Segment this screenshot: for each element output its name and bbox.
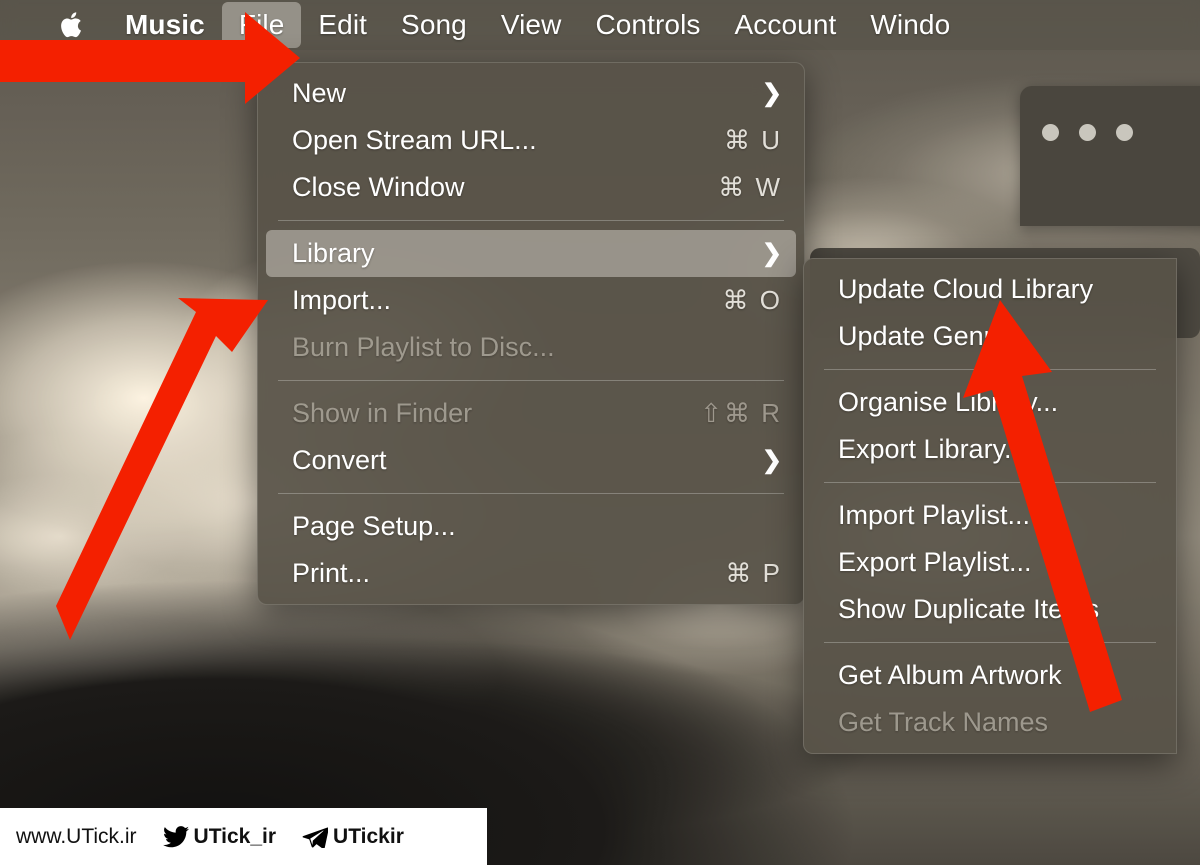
library-submenu-item-label: Show Duplicate Items — [838, 594, 1100, 624]
library-submenu-item-label: Organise Library... — [838, 387, 1059, 417]
file-menu-item-print[interactable]: Print... ⌘ P — [258, 550, 804, 597]
file-menu-item-show-in-finder: Show in Finder ⇧⌘ R — [258, 390, 804, 437]
twitter-bird-icon — [162, 825, 189, 848]
file-menu-dropdown[interactable]: New ❯ Open Stream URL... ⌘ U Close Window ⌘ W… — [257, 62, 805, 605]
library-submenu-item-export-playlist[interactable]: Export Playlist... — [804, 539, 1176, 586]
file-menu-item-burn-playlist-to-disc: Burn Playlist to Disc... — [258, 324, 804, 371]
watermark-bar: www.UTick.ir UTick_ir UTickir — [0, 808, 487, 865]
menubar-item-edit[interactable]: Edit — [301, 2, 384, 48]
file-menu-item-close-window[interactable]: Close Window ⌘ W — [258, 164, 804, 211]
file-menu-item-label: Convert — [292, 445, 387, 475]
file-menu-item-shortcut: ⌘ U — [724, 125, 782, 155]
file-menu-separator — [278, 220, 784, 221]
watermark-site: www.UTick.ir — [16, 825, 137, 849]
library-submenu-separator — [824, 482, 1156, 483]
watermark-site-text: www.UTick.ir — [16, 824, 137, 848]
file-menu-item-label: Burn Playlist to Disc... — [292, 332, 555, 362]
library-submenu-item-organise-library[interactable]: Organise Library... — [804, 379, 1176, 426]
file-menu-separator — [278, 380, 784, 381]
watermark-twitter-handle: UTick_ir — [193, 824, 277, 848]
watermark-telegram: UTickir — [302, 825, 404, 849]
library-submenu-item-label: Import Playlist... — [838, 500, 1031, 530]
file-menu-item-shortcut: ⇧⌘ R — [700, 398, 782, 428]
menubar-item-song[interactable]: Song — [384, 2, 484, 48]
library-submenu-item-label: Export Library... — [838, 434, 1027, 464]
file-menu-item-page-setup[interactable]: Page Setup... — [258, 503, 804, 550]
library-submenu-item-label: Get Album Artwork — [838, 660, 1062, 690]
file-menu-separator — [278, 493, 784, 494]
file-menu-item-new[interactable]: New ❯ — [258, 70, 804, 117]
file-menu-item-shortcut: ⌘ W — [718, 172, 782, 202]
chevron-right-icon: ❯ — [761, 80, 782, 107]
file-menu-item-shortcut: ⌘ O — [722, 285, 782, 315]
window-traffic-lights — [1042, 124, 1133, 141]
file-menu-item-label: Print... — [292, 558, 371, 588]
background-window[interactable] — [1020, 86, 1200, 226]
library-submenu-item-import-playlist[interactable]: Import Playlist... — [804, 492, 1176, 539]
menubar-item-music[interactable]: Music — [108, 2, 222, 48]
file-menu-item-open-stream-url[interactable]: Open Stream URL... ⌘ U — [258, 117, 804, 164]
file-menu-item-label: Close Window — [292, 172, 465, 202]
menubar-item-controls[interactable]: Controls — [578, 2, 717, 48]
library-submenu-separator — [824, 642, 1156, 643]
watermark-telegram-handle: UTickir — [333, 824, 404, 848]
zoom-dot-icon[interactable] — [1116, 124, 1133, 141]
chevron-right-icon: ❯ — [761, 240, 782, 267]
library-submenu-item-export-library[interactable]: Export Library... — [804, 426, 1176, 473]
watermark-twitter: UTick_ir — [162, 824, 277, 849]
library-submenu-separator — [824, 369, 1156, 370]
library-submenu-dropdown[interactable]: Update Cloud Library Update Genres Organis… — [803, 258, 1177, 754]
library-submenu-item-label: Update Cloud Library — [838, 274, 1094, 304]
library-submenu-item-update-genres[interactable]: Update Genres — [804, 313, 1176, 360]
file-menu-item-label: Page Setup... — [292, 511, 456, 541]
library-submenu-item-show-duplicate-items[interactable]: Show Duplicate Items — [804, 586, 1176, 633]
apple-logo-icon[interactable] — [60, 10, 86, 40]
menubar-item-account[interactable]: Account — [718, 2, 854, 48]
file-menu-item-label: Library — [292, 238, 375, 268]
library-submenu-item-label: Export Playlist... — [838, 547, 1032, 577]
menubar-item-view[interactable]: View — [484, 2, 579, 48]
file-menu-item-label: Open Stream URL... — [292, 125, 537, 155]
file-menu-item-library[interactable]: Library ❯ — [266, 230, 796, 277]
telegram-plane-icon — [302, 826, 329, 848]
screen: Music File Edit Song View Controls Account Wind… — [0, 0, 1200, 865]
menubar-item-windo[interactable]: Windo — [853, 2, 967, 48]
close-dot-icon[interactable] — [1042, 124, 1059, 141]
file-menu-item-import[interactable]: Import... ⌘ O — [258, 277, 804, 324]
library-submenu-item-label: Get Track Names — [838, 707, 1049, 737]
file-menu-item-label: Import... — [292, 285, 392, 315]
file-menu-item-label: Show in Finder — [292, 398, 473, 428]
minimize-dot-icon[interactable] — [1079, 124, 1096, 141]
chevron-right-icon: ❯ — [761, 447, 782, 474]
file-menu-item-label: New — [292, 78, 347, 108]
library-submenu-item-get-track-names: Get Track Names — [804, 699, 1176, 746]
file-menu-item-convert[interactable]: Convert ❯ — [258, 437, 804, 484]
library-submenu-item-get-album-artwork[interactable]: Get Album Artwork — [804, 652, 1176, 699]
library-submenu-item-label: Update Genres — [838, 321, 1022, 351]
library-submenu-item-update-cloud-library[interactable]: Update Cloud Library — [804, 266, 1176, 313]
file-menu-item-shortcut: ⌘ P — [725, 558, 782, 588]
menu-bar: Music File Edit Song View Controls Account Wind… — [0, 0, 1200, 50]
menubar-item-file[interactable]: File — [221, 2, 302, 48]
